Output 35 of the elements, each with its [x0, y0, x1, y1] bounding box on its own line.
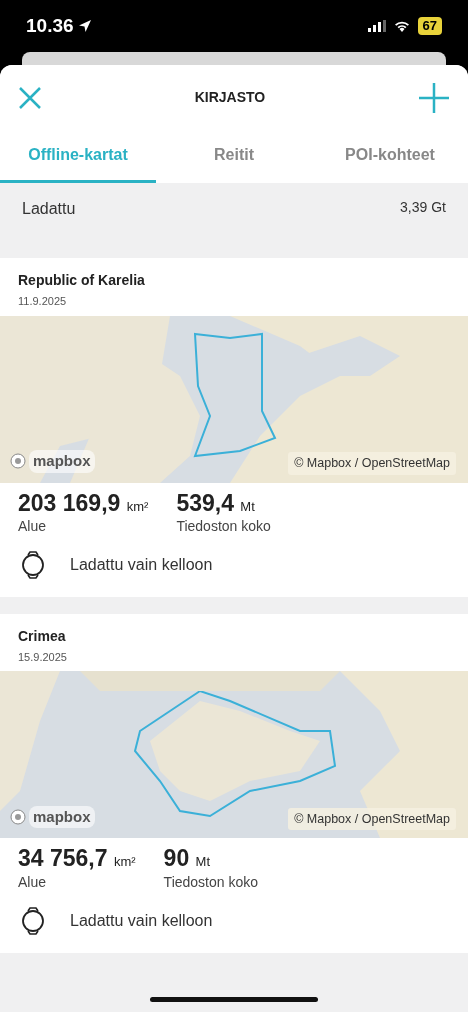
battery-level: 67	[417, 17, 442, 35]
map-date: 15.9.2025	[17, 649, 68, 665]
stat-label: Tiedoston koko	[176, 516, 271, 536]
downloaded-label: Ladattu	[22, 199, 76, 219]
stat-label: Tiedoston koko	[163, 872, 259, 892]
map-name: Republic of Karelia	[17, 271, 146, 290]
signal-icon	[367, 20, 386, 32]
stat-value: 203 169,9 km²	[18, 490, 149, 516]
stat-value: 34 756,7 km²	[18, 846, 136, 872]
stat-value: 539,4 Mt	[176, 490, 256, 516]
logo-text: mapbox	[29, 805, 95, 829]
add-icon[interactable]	[418, 81, 450, 114]
storage-label: Ladattu vain kelloon	[70, 910, 213, 931]
stat-label: Alue	[18, 516, 48, 536]
logo-icon	[10, 809, 26, 826]
status-time: 10.36	[26, 13, 74, 38]
map-name: Crimea	[17, 626, 67, 646]
wifi-icon	[393, 20, 410, 32]
map-date: 11.9.2025	[17, 294, 68, 309]
watch-icon	[22, 550, 44, 579]
storage-label: Ladattu vain kelloon	[70, 554, 213, 575]
map-attribution: © Mapbox / OpenStreetMap	[288, 807, 456, 831]
location-arrow-icon	[77, 19, 92, 33]
map-attribution: © Mapbox / OpenStreetMap	[288, 451, 456, 475]
tab[interactable]: Reitit	[156, 130, 312, 183]
close-icon[interactable]	[18, 85, 42, 110]
stat-label: Alue	[18, 872, 48, 892]
page-title: KIRJASTO	[194, 88, 266, 107]
downloaded-size: 3,39 Gt	[400, 198, 446, 217]
watch-icon	[22, 906, 44, 935]
stat-value: 90 Mt	[163, 846, 212, 872]
tab[interactable]: Offline-kartat	[0, 130, 156, 183]
tab[interactable]: POI-kohteet	[312, 130, 468, 183]
logo-text: mapbox	[29, 450, 95, 473]
logo-icon	[10, 453, 26, 470]
